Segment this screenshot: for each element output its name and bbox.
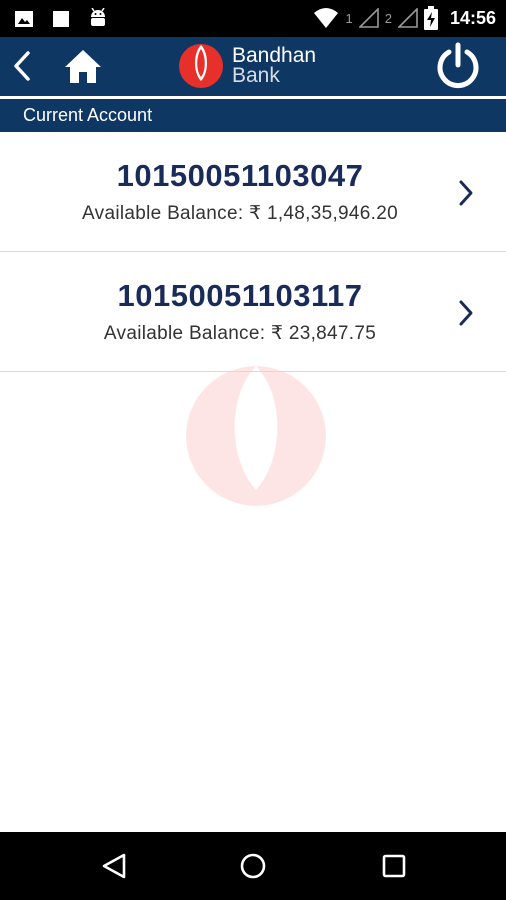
status-left-icons [14,8,108,30]
nav-home-button[interactable] [235,850,271,882]
battery-charging-icon [423,6,438,30]
account-row[interactable]: 10150051103047 Available Balance: ₹ 1,48… [0,132,506,252]
app-header: Bandhan Bank [0,37,506,96]
logo-watermark [186,366,326,506]
wifi-icon [314,8,339,28]
chevron-left-icon [14,51,30,81]
android-icon [91,8,105,26]
account-number: 10150051103047 [116,158,364,193]
back-button[interactable] [6,46,38,86]
available-balance: Available Balance: ₹ 1,48,35,946.20 [82,203,398,224]
status-right-icons: 1 2 14:56 [313,6,496,30]
bank-logo: Bandhan Bank [178,41,338,91]
system-nav-bar [0,832,506,900]
chevron-right-icon[interactable] [456,178,476,208]
nav-recents-button[interactable] [376,850,412,882]
home-icon [65,50,101,83]
stop-icon [53,11,69,27]
image-icon [15,11,33,27]
nav-back-button[interactable] [96,850,132,882]
home-circle-icon [240,853,266,879]
brand-line-1: Bandhan [232,44,317,67]
brand-line-2: Bank [232,64,280,87]
section-title: Current Account [23,105,153,125]
signal-icon [397,8,418,28]
logout-button[interactable] [432,40,484,92]
section-header: Current Account [0,99,506,132]
power-icon [437,42,479,89]
account-row[interactable]: 10150051103117 Available Balance: ₹ 23,8… [0,252,506,372]
status-time: 14:56 [449,7,496,28]
sim1-label: 1 [345,10,353,26]
recents-square-icon [382,854,406,878]
status-bar: 1 2 14:56 [0,0,506,37]
account-list: 10150051103047 Available Balance: ₹ 1,48… [0,132,506,372]
sim2-label: 2 [384,10,392,26]
back-triangle-icon [102,853,126,879]
bandhan-logo-icon [179,44,223,88]
chevron-right-icon[interactable] [456,298,476,328]
signal-icon [358,8,379,28]
brand-name: Bandhan Bank [232,44,317,87]
account-number: 10150051103117 [117,278,363,313]
available-balance: Available Balance: ₹ 23,847.75 [103,323,377,344]
home-button[interactable] [62,46,104,86]
